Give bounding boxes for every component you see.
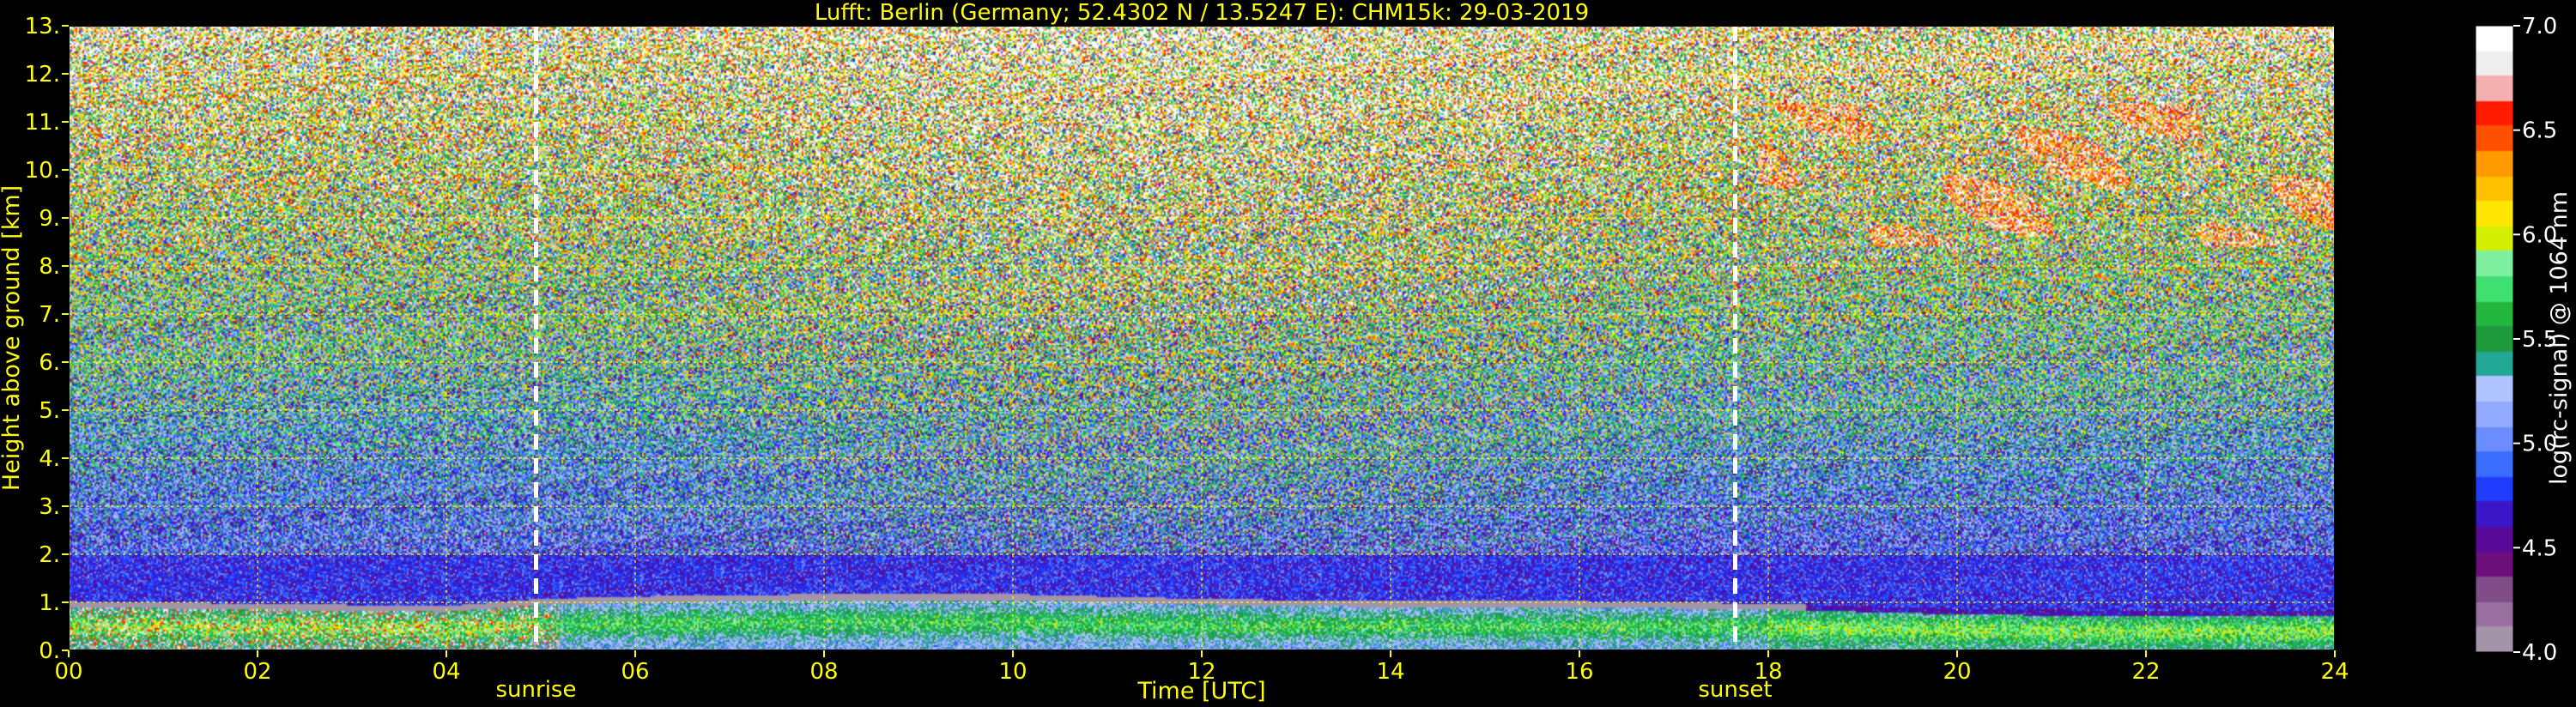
y-tick-label: 1. xyxy=(39,590,60,616)
chart-overlay: Lufft: Berlin (Germany; 52.4302 N / 13.5… xyxy=(0,0,2573,704)
y-tick-label: 13. xyxy=(25,14,60,39)
y-tick-label: 12. xyxy=(25,62,60,88)
annotation-sunset: sunset xyxy=(1698,677,1772,703)
x-tick-label: 22 xyxy=(2131,659,2160,685)
x-tick-label: 14 xyxy=(1376,659,1404,685)
y-tick-label: 3. xyxy=(39,494,60,520)
y-axis-ticks: 0.1.2.3.4.5.6.7.8.9.10.11.12.13. xyxy=(25,14,69,664)
grid-lines xyxy=(69,26,2335,650)
y-tick-label: 8. xyxy=(39,254,60,280)
y-tick-label: 9. xyxy=(39,206,60,232)
y-tick-label: 7. xyxy=(39,302,60,328)
y-tick-label: 11. xyxy=(25,110,60,136)
x-tick-label: 24 xyxy=(2320,659,2349,685)
colorbar-frame xyxy=(2475,25,2514,653)
x-tick-label: 06 xyxy=(621,659,649,685)
colorbar-tick-label: 6.5 xyxy=(2522,118,2557,144)
y-tick-label: 4. xyxy=(39,446,60,472)
x-tick-label: 16 xyxy=(1565,659,1593,685)
x-tick-label: 08 xyxy=(809,659,838,685)
y-tick-label: 10. xyxy=(25,158,60,184)
x-tick-label: 00 xyxy=(54,659,82,685)
x-axis-label: Time [UTC] xyxy=(1136,678,1265,704)
y-tick-label: 5. xyxy=(39,398,60,424)
colorbar-tick-label: 4.5 xyxy=(2522,535,2557,561)
event-lines xyxy=(534,26,1737,650)
colorbar-tick-label: 7.0 xyxy=(2522,14,2557,39)
colorbar-label: log(rc-signal) @ 1064 nm xyxy=(2546,191,2573,485)
x-tick-label: 20 xyxy=(1943,659,1971,685)
colorbar-tick-label: 4.0 xyxy=(2522,640,2557,666)
ceilometer-chart: Lufft: Berlin (Germany; 52.4302 N / 13.5… xyxy=(0,0,2576,707)
annotation-sunrise: sunrise xyxy=(496,677,577,703)
y-tick-label: 6. xyxy=(39,350,60,376)
chart-title: Lufft: Berlin (Germany; 52.4302 N / 13.5… xyxy=(815,0,1589,26)
x-tick-label: 04 xyxy=(432,659,460,685)
y-axis-label: Height above ground [km] xyxy=(0,185,25,491)
y-tick-label: 2. xyxy=(39,542,60,568)
x-tick-label: 02 xyxy=(243,659,271,685)
x-tick-label: 10 xyxy=(998,659,1027,685)
